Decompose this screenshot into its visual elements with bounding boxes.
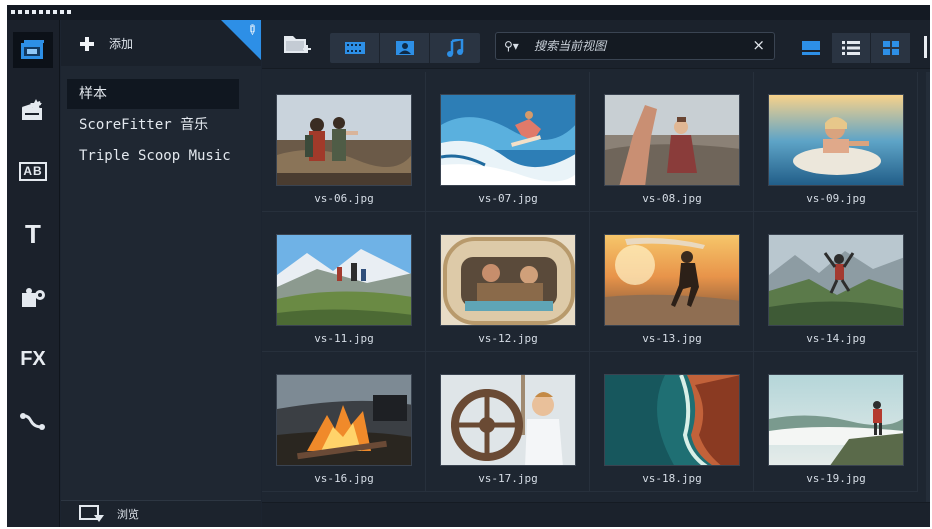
thumbnail-item[interactable]: vs-06.jpg	[262, 72, 426, 212]
title-bar	[7, 5, 930, 20]
rail-media-library[interactable]	[13, 32, 53, 68]
thumbnail-image	[440, 94, 576, 186]
list-view-icon	[842, 41, 860, 55]
thumbnail-caption: vs-11.jpg	[314, 332, 374, 345]
library-item-scorefitter[interactable]: ScoreFitter 音乐	[67, 110, 239, 140]
thumbnail-item[interactable]: vs-17.jpg	[426, 352, 590, 492]
thumbnail-caption: vs-18.jpg	[642, 472, 702, 485]
thumbnail-item[interactable]: vs-12.jpg	[426, 212, 590, 352]
thumbnail-item[interactable]: vs-07.jpg	[426, 72, 590, 212]
thumbnail-item[interactable]: vs-19.jpg	[754, 352, 918, 492]
rail-path[interactable]	[13, 403, 53, 439]
thumbnail-item[interactable]: vs-16.jpg	[262, 352, 426, 492]
thumbnail-item[interactable]: vs-09.jpg	[754, 72, 918, 212]
clapper-icon	[22, 99, 42, 120]
plus-icon	[80, 36, 94, 51]
audio-filter-icon	[447, 39, 464, 57]
grid-view-icon	[882, 41, 899, 55]
thumbnail-image	[768, 374, 904, 466]
view-list-button[interactable]	[831, 33, 871, 63]
thumbnail-caption: vs-12.jpg	[478, 332, 538, 345]
thumbnail-caption: vs-13.jpg	[642, 332, 702, 345]
thumbnail-image	[768, 94, 904, 186]
thumbnail-view-icon	[802, 41, 821, 55]
thumbnail-item[interactable]: vs-14.jpg	[754, 212, 918, 352]
import-media-button[interactable]	[282, 32, 312, 62]
thumbnail-caption: vs-06.jpg	[314, 192, 374, 205]
library-header: 添加 ✎	[61, 20, 261, 66]
thumbnail-caption: vs-16.jpg	[314, 472, 374, 485]
import-folder-icon	[284, 36, 311, 53]
thumbnail-caption: vs-09.jpg	[806, 192, 866, 205]
thumbnail-caption: vs-07.jpg	[478, 192, 538, 205]
title-t-icon: T	[25, 218, 41, 249]
search-box: ⚲▾ ×	[495, 32, 775, 60]
search-input[interactable]	[534, 37, 744, 55]
thumbnail-image	[276, 94, 412, 186]
media-library-main: ⚲▾ ×	[262, 20, 930, 527]
thumbnail-item[interactable]: vs-18.jpg	[590, 352, 754, 492]
library-item-triple-scoop[interactable]: Triple Scoop Music	[67, 141, 239, 171]
rail-transition[interactable]: AB	[13, 153, 53, 189]
rail-filter[interactable]: FX	[13, 341, 53, 377]
library-footer: 浏览	[61, 500, 261, 527]
photo-filter-icon	[395, 41, 414, 55]
library-rail: AB T FX	[7, 20, 60, 527]
thumbnail-image	[604, 94, 740, 186]
thumbnail-image	[604, 374, 740, 466]
thumbnail-image	[768, 234, 904, 326]
thumbnail-item[interactable]: vs-11.jpg	[262, 212, 426, 352]
overflow-tool-icon[interactable]	[924, 36, 930, 58]
add-folder-button[interactable]: 添加	[79, 35, 133, 52]
library-panel: 添加 ✎ 样本 ScoreFitter 音乐 Triple Scoop Musi…	[61, 20, 261, 527]
view-mode-group	[792, 33, 911, 63]
thumbnail-caption: vs-14.jpg	[806, 332, 866, 345]
thumbnail-item[interactable]: vs-13.jpg	[590, 212, 754, 352]
browse-label: 浏览	[117, 508, 139, 521]
library-status-bar	[262, 502, 930, 527]
drag-grip-icon[interactable]	[11, 10, 73, 14]
path-icon	[20, 413, 45, 430]
scrollbar-track[interactable]	[926, 72, 930, 502]
transition-ab-icon: AB	[19, 161, 47, 181]
fx-icon: FX	[20, 347, 46, 370]
view-thumbnail-button[interactable]	[792, 33, 831, 63]
media-library-icon	[21, 40, 44, 59]
thumbnail-image	[440, 374, 576, 466]
browse-button[interactable]: 浏览	[79, 505, 139, 523]
video-filter-icon	[344, 42, 365, 54]
clear-search-icon[interactable]: ×	[752, 36, 765, 54]
filter-photo-button[interactable]	[380, 33, 430, 63]
puzzle-icon	[22, 288, 45, 307]
app-window: AB T FX 添加 ✎ 样本 ScoreFitter 音乐 Triple Sc…	[7, 5, 930, 527]
filter-video-button[interactable]	[330, 33, 380, 63]
rail-title[interactable]: T	[13, 216, 53, 252]
library-item-samples[interactable]: 样本	[67, 79, 239, 109]
thumbnail-caption: vs-08.jpg	[642, 192, 702, 205]
view-grid-button[interactable]	[871, 33, 911, 63]
filter-audio-button[interactable]	[430, 33, 480, 63]
library-toolbar: ⚲▾ ×	[262, 20, 930, 69]
rail-instant-project[interactable]	[13, 92, 53, 128]
thumbnail-caption: vs-17.jpg	[478, 472, 538, 485]
thumbnail-image	[440, 234, 576, 326]
thumbnail-grid: vs-06.jpg vs-07.jpg vs-08.jpg vs-09.jpg …	[262, 72, 930, 502]
search-icon[interactable]: ⚲▾	[504, 39, 519, 53]
rail-graphic[interactable]	[13, 279, 53, 315]
thumbnail-item[interactable]: vs-08.jpg	[590, 72, 754, 212]
media-type-filter	[330, 33, 480, 63]
thumbnail-caption: vs-19.jpg	[806, 472, 866, 485]
browse-icon	[79, 505, 104, 522]
thumbnail-image	[276, 234, 412, 326]
thumbnail-image	[604, 234, 740, 326]
thumbnail-image	[276, 374, 412, 466]
add-label: 添加	[109, 37, 134, 51]
